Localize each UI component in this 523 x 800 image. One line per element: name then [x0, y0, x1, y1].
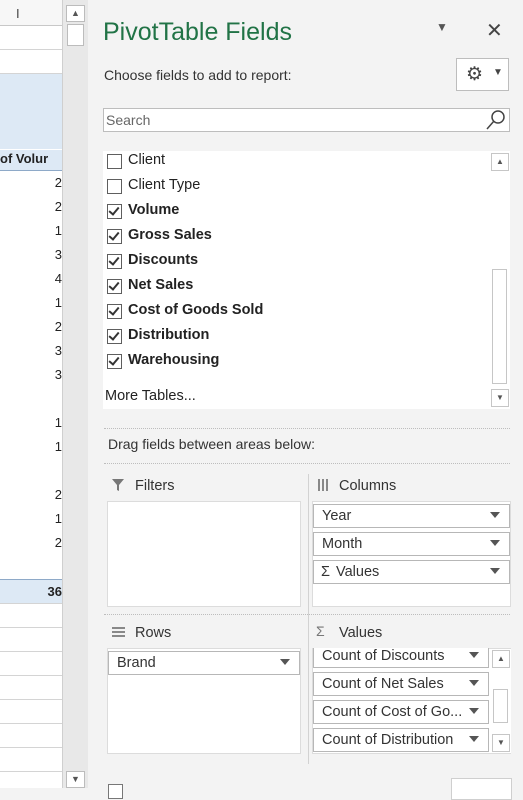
cell-value: 3 [54, 367, 62, 382]
pill-label: Count of Net Sales [322, 676, 444, 692]
field-label: Net Sales [128, 277, 194, 293]
tools-button[interactable]: ⚙ ▼ [456, 58, 509, 91]
value-field-pill[interactable]: Count of Discounts [313, 648, 489, 668]
pill-label: Month [322, 536, 363, 552]
pane-title: PivotTable Fields [103, 18, 292, 46]
pane-options-caret-icon[interactable]: ▼ [436, 20, 448, 34]
chevron-down-icon[interactable] [280, 659, 290, 665]
scroll-down-arrow-icon[interactable]: ▼ [492, 734, 510, 752]
sigma-icon: Σ [316, 623, 325, 639]
cell-value: 4 [54, 271, 62, 286]
cell-value: 3 [54, 343, 62, 358]
sheet-vertical-scrollbar[interactable]: ▲ ▼ [62, 0, 88, 788]
scroll-down-arrow-icon[interactable]: ▼ [491, 389, 509, 407]
cell-value: 2 [54, 199, 62, 214]
field-label: Distribution [128, 327, 210, 343]
scroll-thumb[interactable] [67, 24, 84, 46]
filter-icon [112, 479, 124, 491]
value-field-pill[interactable]: Count of Distribution [313, 728, 489, 752]
cell-value: 2 [54, 487, 62, 502]
field-checkbox[interactable] [107, 304, 122, 319]
rows-icon [112, 627, 125, 637]
pill-label: Count of Discounts [322, 648, 445, 664]
scroll-up-arrow-icon[interactable]: ▲ [491, 153, 509, 171]
search-box[interactable] [103, 108, 510, 132]
scroll-up-arrow-icon[interactable]: ▲ [66, 5, 85, 22]
gear-icon: ⚙ [466, 64, 484, 85]
field-label: Cost of Goods Sold [128, 302, 264, 318]
field-label: Client Type [128, 177, 201, 193]
column-field-pill[interactable]: Year [313, 504, 510, 528]
value-field-pill[interactable]: Count of Net Sales [313, 672, 489, 696]
close-icon[interactable]: ✕ [486, 18, 503, 43]
field-list[interactable]: Client Client Type Volume Gross Sales Di… [103, 151, 510, 409]
field-checkbox[interactable] [107, 204, 122, 219]
filters-area-label: Filters [135, 478, 175, 494]
update-button[interactable] [451, 778, 512, 800]
cell-value: 1 [54, 223, 62, 238]
field-checkbox[interactable] [107, 179, 122, 194]
values-scrollbar[interactable]: ▲ ▼ [491, 649, 511, 753]
values-area-label: Values [339, 625, 383, 641]
cell-value: 3 [54, 247, 62, 262]
column-label: I [16, 6, 20, 21]
search-icon[interactable] [485, 109, 507, 131]
columns-icon [318, 479, 328, 491]
chevron-down-icon[interactable] [490, 568, 500, 574]
scroll-thumb[interactable] [492, 269, 507, 384]
cell-value: 2 [54, 535, 62, 550]
columns-area-label: Columns [339, 478, 397, 494]
scroll-thumb[interactable] [493, 689, 508, 723]
worksheet-grid[interactable]: I of Volur 2 2 1 3 4 1 2 3 3 1 1 2 1 2 3… [0, 0, 62, 788]
drag-areas-label: Drag fields between areas below: [108, 436, 316, 452]
field-checkbox[interactable] [107, 279, 122, 294]
chevron-down-icon[interactable] [469, 652, 479, 658]
grand-total-cell: 36 [47, 584, 62, 599]
pill-label: Brand [117, 655, 156, 671]
chevron-down-icon[interactable] [469, 680, 479, 686]
more-tables-link[interactable]: More Tables... [105, 388, 196, 404]
field-checkbox[interactable] [107, 254, 122, 269]
pill-label: Count of Distribution [322, 732, 454, 748]
rows-area-label: Rows [135, 625, 172, 641]
column-header-cell: of Volur [0, 151, 49, 166]
scroll-up-arrow-icon[interactable]: ▲ [492, 650, 510, 668]
column-field-pill[interactable]: Month [313, 532, 510, 556]
cell-value: 2 [54, 175, 62, 190]
cell-value: 2 [54, 319, 62, 334]
row-field-pill[interactable]: Brand [108, 651, 300, 675]
chevron-down-icon[interactable] [469, 708, 479, 714]
field-label: Client [128, 152, 166, 168]
sigma-icon: Σ [321, 564, 330, 580]
field-checkbox[interactable] [107, 154, 122, 169]
chevron-down-icon: ▼ [493, 67, 503, 78]
field-label: Gross Sales [128, 227, 212, 243]
field-checkbox[interactable] [107, 229, 122, 244]
column-header[interactable]: I [0, 0, 62, 26]
cell-value: 1 [54, 439, 62, 454]
selected-header-cells [0, 74, 62, 149]
field-label: Discounts [128, 252, 199, 268]
pill-label: Year [322, 508, 352, 524]
field-checkbox[interactable] [107, 354, 122, 369]
column-field-pill[interactable]: Σ Values [313, 560, 510, 584]
field-checkbox[interactable] [107, 329, 122, 344]
choose-fields-label: Choose fields to add to report: [104, 67, 292, 83]
cell-value: 1 [54, 511, 62, 526]
cell-value: 1 [54, 295, 62, 310]
chevron-down-icon[interactable] [490, 540, 500, 546]
value-field-pill[interactable]: Count of Cost of Go... [313, 700, 489, 724]
cell-value: 1 [54, 415, 62, 430]
defer-update-checkbox[interactable] [108, 784, 123, 799]
field-label: Volume [128, 202, 180, 218]
pill-label: Values [336, 564, 380, 580]
filters-drop-zone[interactable] [107, 501, 301, 607]
search-input[interactable] [106, 111, 476, 129]
field-list-scrollbar[interactable]: ▲ ▼ [490, 151, 510, 409]
field-label: Warehousing [128, 352, 220, 368]
scroll-down-arrow-icon[interactable]: ▼ [66, 771, 85, 788]
chevron-down-icon[interactable] [469, 736, 479, 742]
chevron-down-icon[interactable] [490, 512, 500, 518]
pill-label: Count of Cost of Go... [322, 704, 463, 720]
